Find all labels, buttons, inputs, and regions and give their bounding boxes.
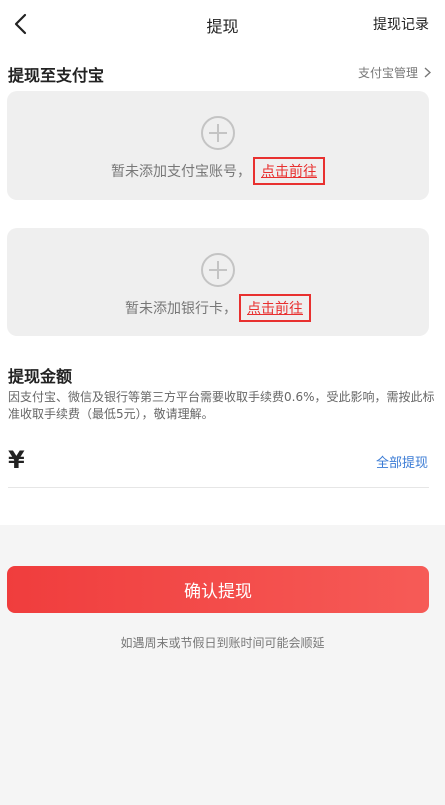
bank-empty-text: 暂未添加银行卡， <box>125 301 237 317</box>
currency-symbol: ¥ <box>8 446 25 474</box>
add-alipay-card[interactable]: 暂未添加支付宝账号， 点击前往 <box>7 91 429 200</box>
alipay-manage-label: 支付宝管理 <box>357 66 418 80</box>
withdraw-history-link[interactable]: 提现记录 <box>373 14 429 34</box>
fee-notice: 因支付宝、微信及银行等第三方平台需要收取手续费0.6%，受此影响，需按此标准收取… <box>8 390 435 421</box>
add-bank-link[interactable]: 点击前往 <box>239 294 311 322</box>
alipay-manage-link[interactable]: 支付宝管理 <box>358 64 431 81</box>
alipay-empty-text: 暂未添加支付宝账号， <box>111 164 251 180</box>
alipay-section-title: 提现至支付宝 <box>8 66 105 85</box>
plus-circle-icon <box>201 253 235 287</box>
plus-circle-icon <box>201 116 235 150</box>
chevron-right-icon <box>424 67 431 78</box>
withdraw-all-link[interactable]: 全部提现 <box>376 452 428 471</box>
amount-section-title: 提现金额 <box>8 367 73 386</box>
bank-empty-message: 暂未添加银行卡， 点击前往 <box>7 294 429 322</box>
add-alipay-link[interactable]: 点击前往 <box>253 157 325 185</box>
confirm-withdraw-button[interactable]: 确认提现 <box>7 566 429 613</box>
add-bank-card[interactable]: 暂未添加银行卡， 点击前往 <box>7 228 429 336</box>
navigation-bar: 提现 提现记录 <box>0 0 445 48</box>
arrival-notice: 如遇周末或节假日到账时间可能会顺延 <box>120 636 325 650</box>
alipay-empty-message: 暂未添加支付宝账号， 点击前往 <box>7 157 429 185</box>
amount-divider <box>8 487 429 488</box>
